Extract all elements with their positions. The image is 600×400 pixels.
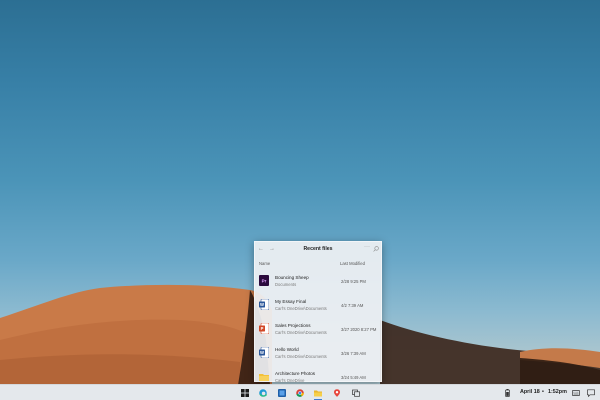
file-modified: 3/26 7:39 AM [341,351,366,356]
file-row-my-essay-final[interactable]: W My Essay Final Carl's OneDrive\Documen… [255,294,381,318]
task-view-icon[interactable] [352,389,360,397]
notifications-icon[interactable] [587,389,595,397]
tray-time[interactable]: 1:52pm [548,389,567,395]
word-file-icon: W [259,299,269,310]
file-explorer-icon[interactable] [314,389,322,397]
tray-date[interactable]: April 18 [520,389,540,395]
chrome-browser-icon[interactable] [296,389,304,397]
tray-separator: • [542,389,544,395]
recent-files-flyout: ← → Recent files ··· Name Last Modified … [254,241,382,383]
column-header-name[interactable]: Name [259,261,270,266]
flyout-header: ← → Recent files ··· [255,242,381,257]
file-modified: 3/27 2020 8:27 PM [341,327,377,332]
recent-files-list: Pr Bouncing Sheep Documents 2/28 9:25 PM… [255,270,381,390]
svg-text:P: P [261,326,264,331]
more-options-button[interactable]: ··· [364,244,370,250]
svg-text:W: W [260,350,264,355]
search-icon[interactable] [373,246,379,252]
file-location: Carl's OneDrive [275,378,305,383]
file-name: Bouncing Sheep [275,275,309,280]
column-header-last-modified[interactable]: Last Modified [340,261,365,266]
word-file-icon: W [259,347,269,358]
file-location: Documents [275,282,297,287]
file-row-bouncing-sheep[interactable]: Pr Bouncing Sheep Documents 2/28 9:25 PM [255,270,381,294]
file-modified: 3/24 5:49 AM [341,375,366,380]
powerpoint-file-icon: P [259,323,269,334]
battery-icon[interactable] [505,389,510,397]
file-name: My Essay Final [275,299,307,304]
keyboard-icon[interactable] [572,389,580,397]
windows-start-icon[interactable] [241,389,249,397]
taskbar: April 18 • 1:52pm [0,384,600,400]
file-location: Carl's OneDrive\Documents [275,330,327,335]
svg-text:W: W [260,302,264,307]
file-location: Carl's OneDrive\Documents [275,306,327,311]
file-row-sales-projections[interactable]: P Sales Projections Carl's OneDrive\Docu… [255,318,381,342]
folder-icon [259,374,269,381]
app-icon[interactable] [278,389,286,397]
file-modified: 2/28 9:25 PM [341,279,366,284]
svg-text:Pr: Pr [262,279,267,284]
maps-pin-icon[interactable] [333,389,341,397]
file-row-hello-world[interactable]: W Hello World Carl's OneDrive\Documents … [255,342,381,366]
file-name: Sales Projections [275,323,311,328]
file-location: Carl's OneDrive\Documents [275,354,327,359]
flyout-title: Recent files [303,246,333,252]
file-name: Hello World [275,347,299,352]
edge-browser-icon[interactable] [259,389,267,397]
file-name: Architecture Photos [275,371,316,376]
desktop: ← → Recent files ··· Name Last Modified … [0,0,600,400]
file-modified: 4/2 7:39 AM [341,303,364,308]
premiere-file-icon: Pr [259,275,269,286]
